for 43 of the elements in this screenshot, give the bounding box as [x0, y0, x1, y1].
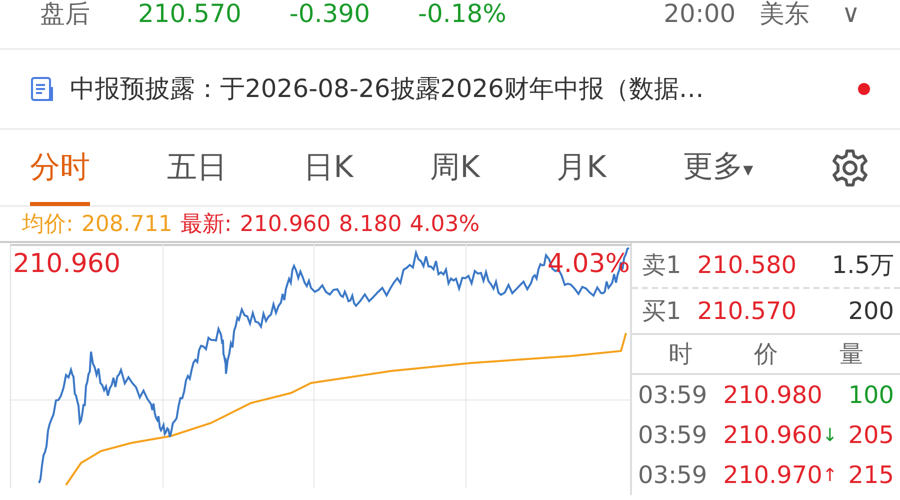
settings-icon[interactable] — [830, 148, 870, 188]
tab[interactable]: 周K — [430, 130, 480, 206]
average-label: 均价: — [22, 210, 74, 238]
order-volume: 200 — [848, 296, 894, 327]
tab[interactable]: 日K — [304, 130, 354, 206]
tab[interactable]: 更多▾ — [683, 128, 754, 206]
average-value: 208.711 — [81, 210, 172, 238]
notice-text[interactable]: 中报预披露：于2026-08-26披露2026财年中报（数据… — [70, 70, 704, 108]
trade-price: 210.980 — [723, 380, 822, 411]
order-price: 210.580 — [697, 250, 797, 281]
latest-change: 8.180 — [338, 210, 402, 238]
order-level-label: 卖1 — [642, 250, 682, 281]
price-value: 210.570 — [138, 0, 242, 28]
trade-time: 03:59 — [638, 380, 708, 411]
trade-volume: 215 — [848, 460, 894, 491]
session-label: 盘后 — [40, 0, 90, 28]
timezone-label: 美东 — [760, 0, 810, 28]
tab[interactable]: 分时 — [30, 130, 90, 206]
order-level-label: 买1 — [642, 296, 682, 327]
trade-time: 03:59 — [638, 460, 708, 491]
tab[interactable]: 月K — [556, 130, 606, 206]
column-header: 价 — [754, 339, 778, 370]
trade-volume: 205 — [848, 420, 894, 451]
trade-price: 210.960 — [723, 420, 822, 451]
high-price-label: 210.960 — [13, 248, 121, 281]
change-percent: -0.18% — [418, 0, 506, 28]
latest-price: 210.960 — [240, 210, 331, 238]
tab[interactable]: 五日 — [166, 130, 227, 206]
order-price: 210.570 — [697, 296, 797, 327]
order-volume: 1.5万 — [832, 250, 894, 281]
trade-price: 210.970 — [723, 460, 822, 491]
document-icon — [30, 76, 54, 102]
latest-percent: 4.03% — [410, 210, 480, 238]
time-label: 20:00 — [664, 0, 736, 28]
trade-time: 03:59 — [638, 420, 708, 451]
caret-icon[interactable]: ∨ — [842, 0, 860, 28]
arrow-icon: ↑ — [822, 462, 838, 488]
arrow-icon: ↓ — [822, 422, 838, 448]
latest-label: 最新: — [180, 210, 232, 238]
column-header: 量 — [839, 339, 864, 370]
change-value: -0.390 — [289, 0, 370, 28]
trade-volume: 100 — [848, 380, 894, 411]
column-header: 时 — [668, 339, 693, 370]
